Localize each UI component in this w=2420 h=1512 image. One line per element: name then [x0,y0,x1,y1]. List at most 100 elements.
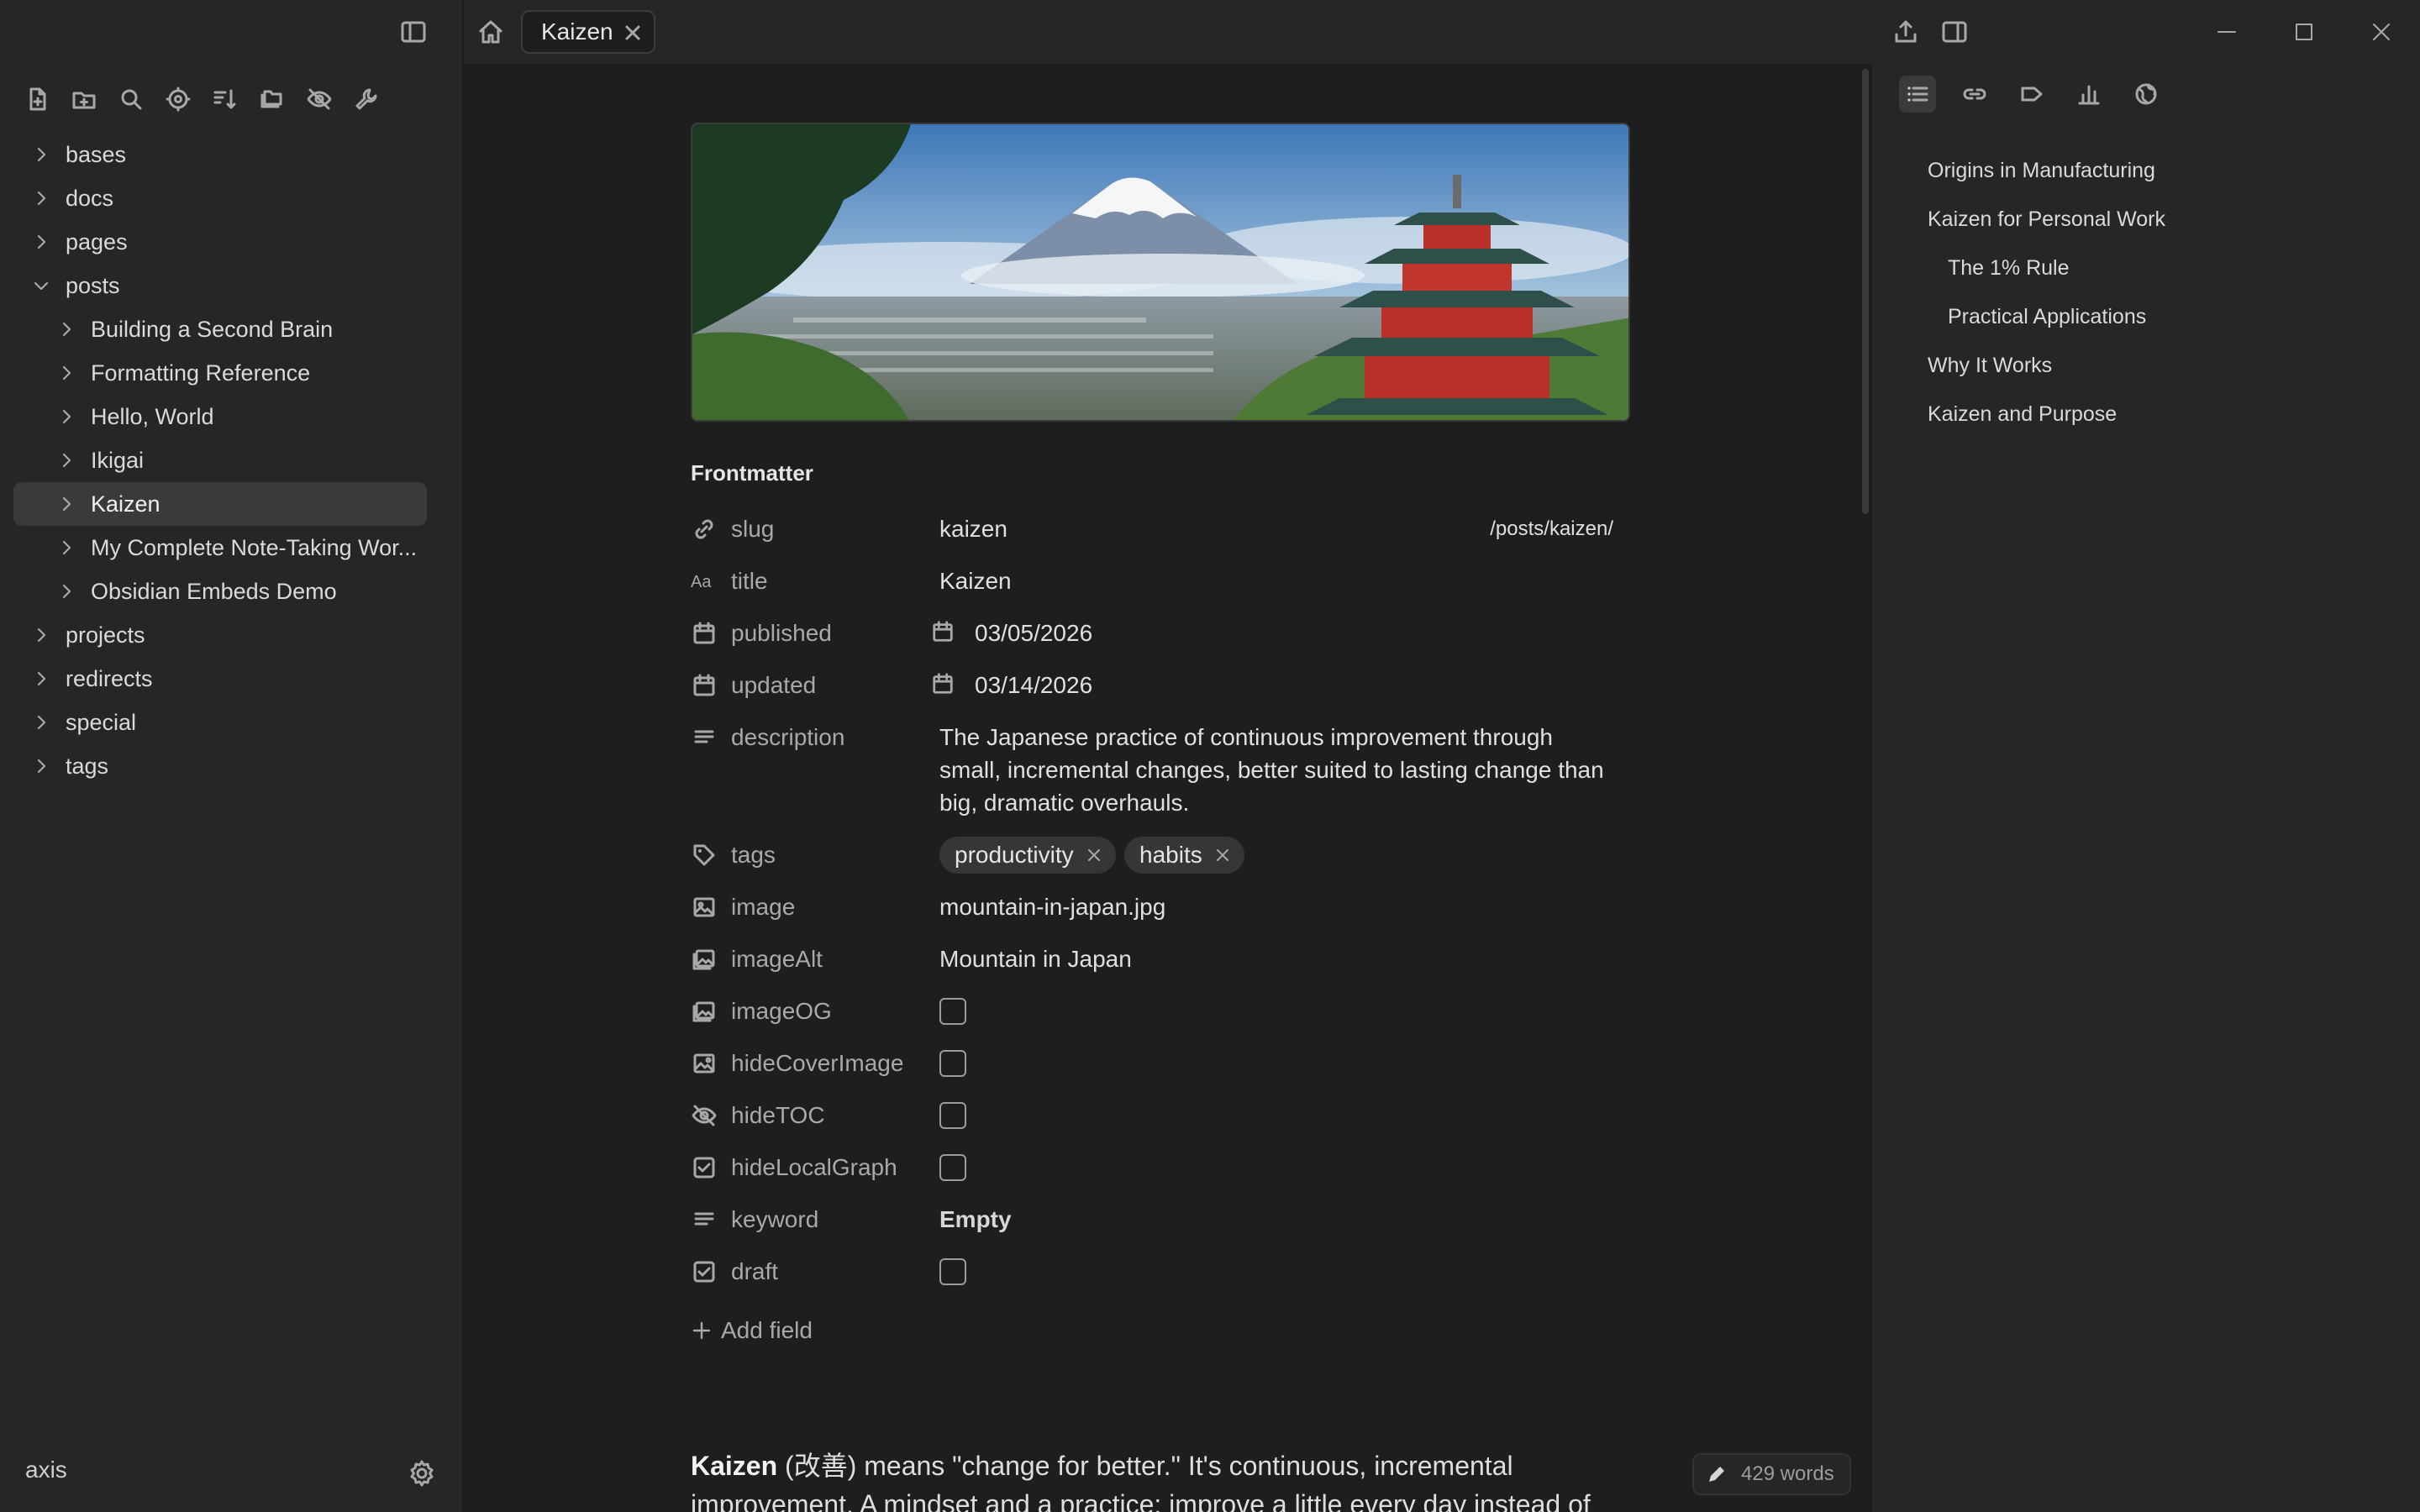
property-key[interactable]: description [731,724,844,751]
property-key[interactable]: imageAlt [731,946,823,973]
title-value[interactable]: Kaizen [939,568,1012,595]
slug-value[interactable]: kaizen [939,516,1007,543]
chevron-right-icon[interactable] [29,657,54,701]
new-folder-icon[interactable] [66,81,103,118]
hideCoverImage-checkbox[interactable] [939,1050,966,1077]
body-text: (改善) means "change for better." It's con… [691,1451,1591,1512]
chevron-right-icon[interactable] [54,395,79,438]
chevron-right-icon[interactable] [54,570,79,613]
chevron-right-icon[interactable] [29,744,54,788]
sort-icon[interactable] [207,81,244,118]
folder-item[interactable]: special [13,701,427,744]
chevron-down-icon[interactable] [29,264,54,307]
note-item[interactable]: Hello, World [13,395,427,438]
chevron-right-icon[interactable] [29,613,54,657]
close-tab-icon[interactable] [622,22,644,44]
draft-checkbox[interactable] [939,1258,966,1285]
property-key[interactable]: keyword [731,1206,818,1233]
add-field-button[interactable]: Add field [691,1314,813,1347]
folder-item[interactable]: redirects [13,657,427,701]
property-key[interactable]: hideLocalGraph [731,1154,897,1181]
note-item[interactable]: Kaizen [13,482,427,526]
toggle-left-sidebar-icon[interactable] [395,13,432,50]
tag-pill[interactable]: productivity [939,837,1116,874]
chevron-right-icon[interactable] [29,220,54,264]
property-key[interactable]: imageOG [731,998,832,1025]
wrench-icon[interactable] [348,81,385,118]
property-key[interactable]: hideCoverImage [731,1050,903,1077]
property-key[interactable]: slug [731,516,774,543]
globe-icon[interactable] [2128,76,2165,113]
file-explorer-toolbar [18,81,385,118]
chevron-right-icon[interactable] [29,701,54,744]
outline-item[interactable]: Why It Works [1928,341,2165,390]
outline-item[interactable]: Practical Applications [1928,292,2165,341]
search-icon[interactable] [113,81,150,118]
note-item[interactable]: Formatting Reference [13,351,427,395]
property-key[interactable]: tags [731,842,776,869]
slug-url[interactable]: /posts/kaizen/ [1490,517,1613,541]
property-key[interactable]: draft [731,1258,778,1285]
folder-item[interactable]: pages [13,220,427,264]
property-key[interactable]: title [731,568,768,595]
folder-item[interactable]: docs [13,176,427,220]
outline-icon[interactable] [1899,76,1936,113]
tab-kaizen[interactable]: Kaizen [521,10,655,54]
new-note-icon[interactable] [18,81,55,118]
word-count-status[interactable]: 429 words [1692,1453,1851,1495]
keyword-value[interactable]: Empty [939,1206,1012,1233]
settings-gear-icon[interactable] [402,1453,442,1494]
chevron-right-icon[interactable] [54,482,79,526]
folder-item[interactable]: projects [13,613,427,657]
note-item[interactable]: Ikigai [13,438,427,482]
chevron-right-icon[interactable] [54,438,79,482]
property-key[interactable]: image [731,894,795,921]
collapse-folders-icon[interactable] [254,81,291,118]
property-key[interactable]: published [731,620,832,647]
tags-icon[interactable] [2013,76,2050,113]
description-value[interactable]: The Japanese practice of continuous impr… [939,721,1612,819]
tag-pill[interactable]: habits [1124,837,1244,874]
outline-item[interactable]: Kaizen for Personal Work [1928,195,2165,244]
graph-icon[interactable] [160,81,197,118]
chevron-right-icon[interactable] [29,176,54,220]
hideLocalGraph-checkbox[interactable] [939,1154,966,1181]
editor-scrollbar[interactable] [1862,69,1869,514]
hide-icon[interactable] [301,81,338,118]
chevron-right-icon[interactable] [54,351,79,395]
image-value[interactable]: mountain-in-japan.jpg [939,894,1165,921]
updated-date[interactable]: 03/14/2026 [975,672,1092,699]
remove-tag-icon[interactable] [1214,847,1231,864]
stats-icon[interactable] [2070,76,2107,113]
note-item[interactable]: Obsidian Embeds Demo [13,570,427,613]
date-picker-icon[interactable] [931,672,956,697]
chevron-right-icon[interactable] [29,133,54,176]
hideTOC-checkbox[interactable] [939,1102,966,1129]
chevron-right-icon[interactable] [54,526,79,570]
share-icon[interactable] [1887,13,1924,50]
published-date[interactable]: 03/05/2026 [975,620,1092,647]
folder-item[interactable]: bases [13,133,427,176]
vault-name[interactable]: axis [25,1457,67,1483]
property-key[interactable]: updated [731,672,816,699]
chevron-right-icon[interactable] [54,307,79,351]
folder-item[interactable]: tags [13,744,427,788]
folder-item[interactable]: posts [13,264,427,307]
note-item[interactable]: My Complete Note-Taking Wor... [13,526,427,570]
backlinks-icon[interactable] [1956,76,1993,113]
toggle-right-sidebar-icon[interactable] [1936,13,1973,50]
imageAlt-value[interactable]: Mountain in Japan [939,946,1132,973]
outline-item[interactable]: The 1% Rule [1928,244,2165,292]
imageOG-checkbox[interactable] [939,998,966,1025]
home-icon[interactable] [472,13,509,50]
date-picker-icon[interactable] [931,620,956,645]
note-item[interactable]: Building a Second Brain [13,307,427,351]
minimize-icon[interactable] [2208,13,2245,50]
outline-item[interactable]: Kaizen and Purpose [1928,390,2165,438]
maximize-icon[interactable] [2286,13,2323,50]
property-key[interactable]: hideTOC [731,1102,825,1129]
close-window-icon[interactable] [2363,13,2400,50]
body-paragraph[interactable]: Kaizen (改善) means "change for better." I… [691,1446,1623,1512]
remove-tag-icon[interactable] [1086,847,1102,864]
outline-item[interactable]: Origins in Manufacturing [1928,146,2165,195]
